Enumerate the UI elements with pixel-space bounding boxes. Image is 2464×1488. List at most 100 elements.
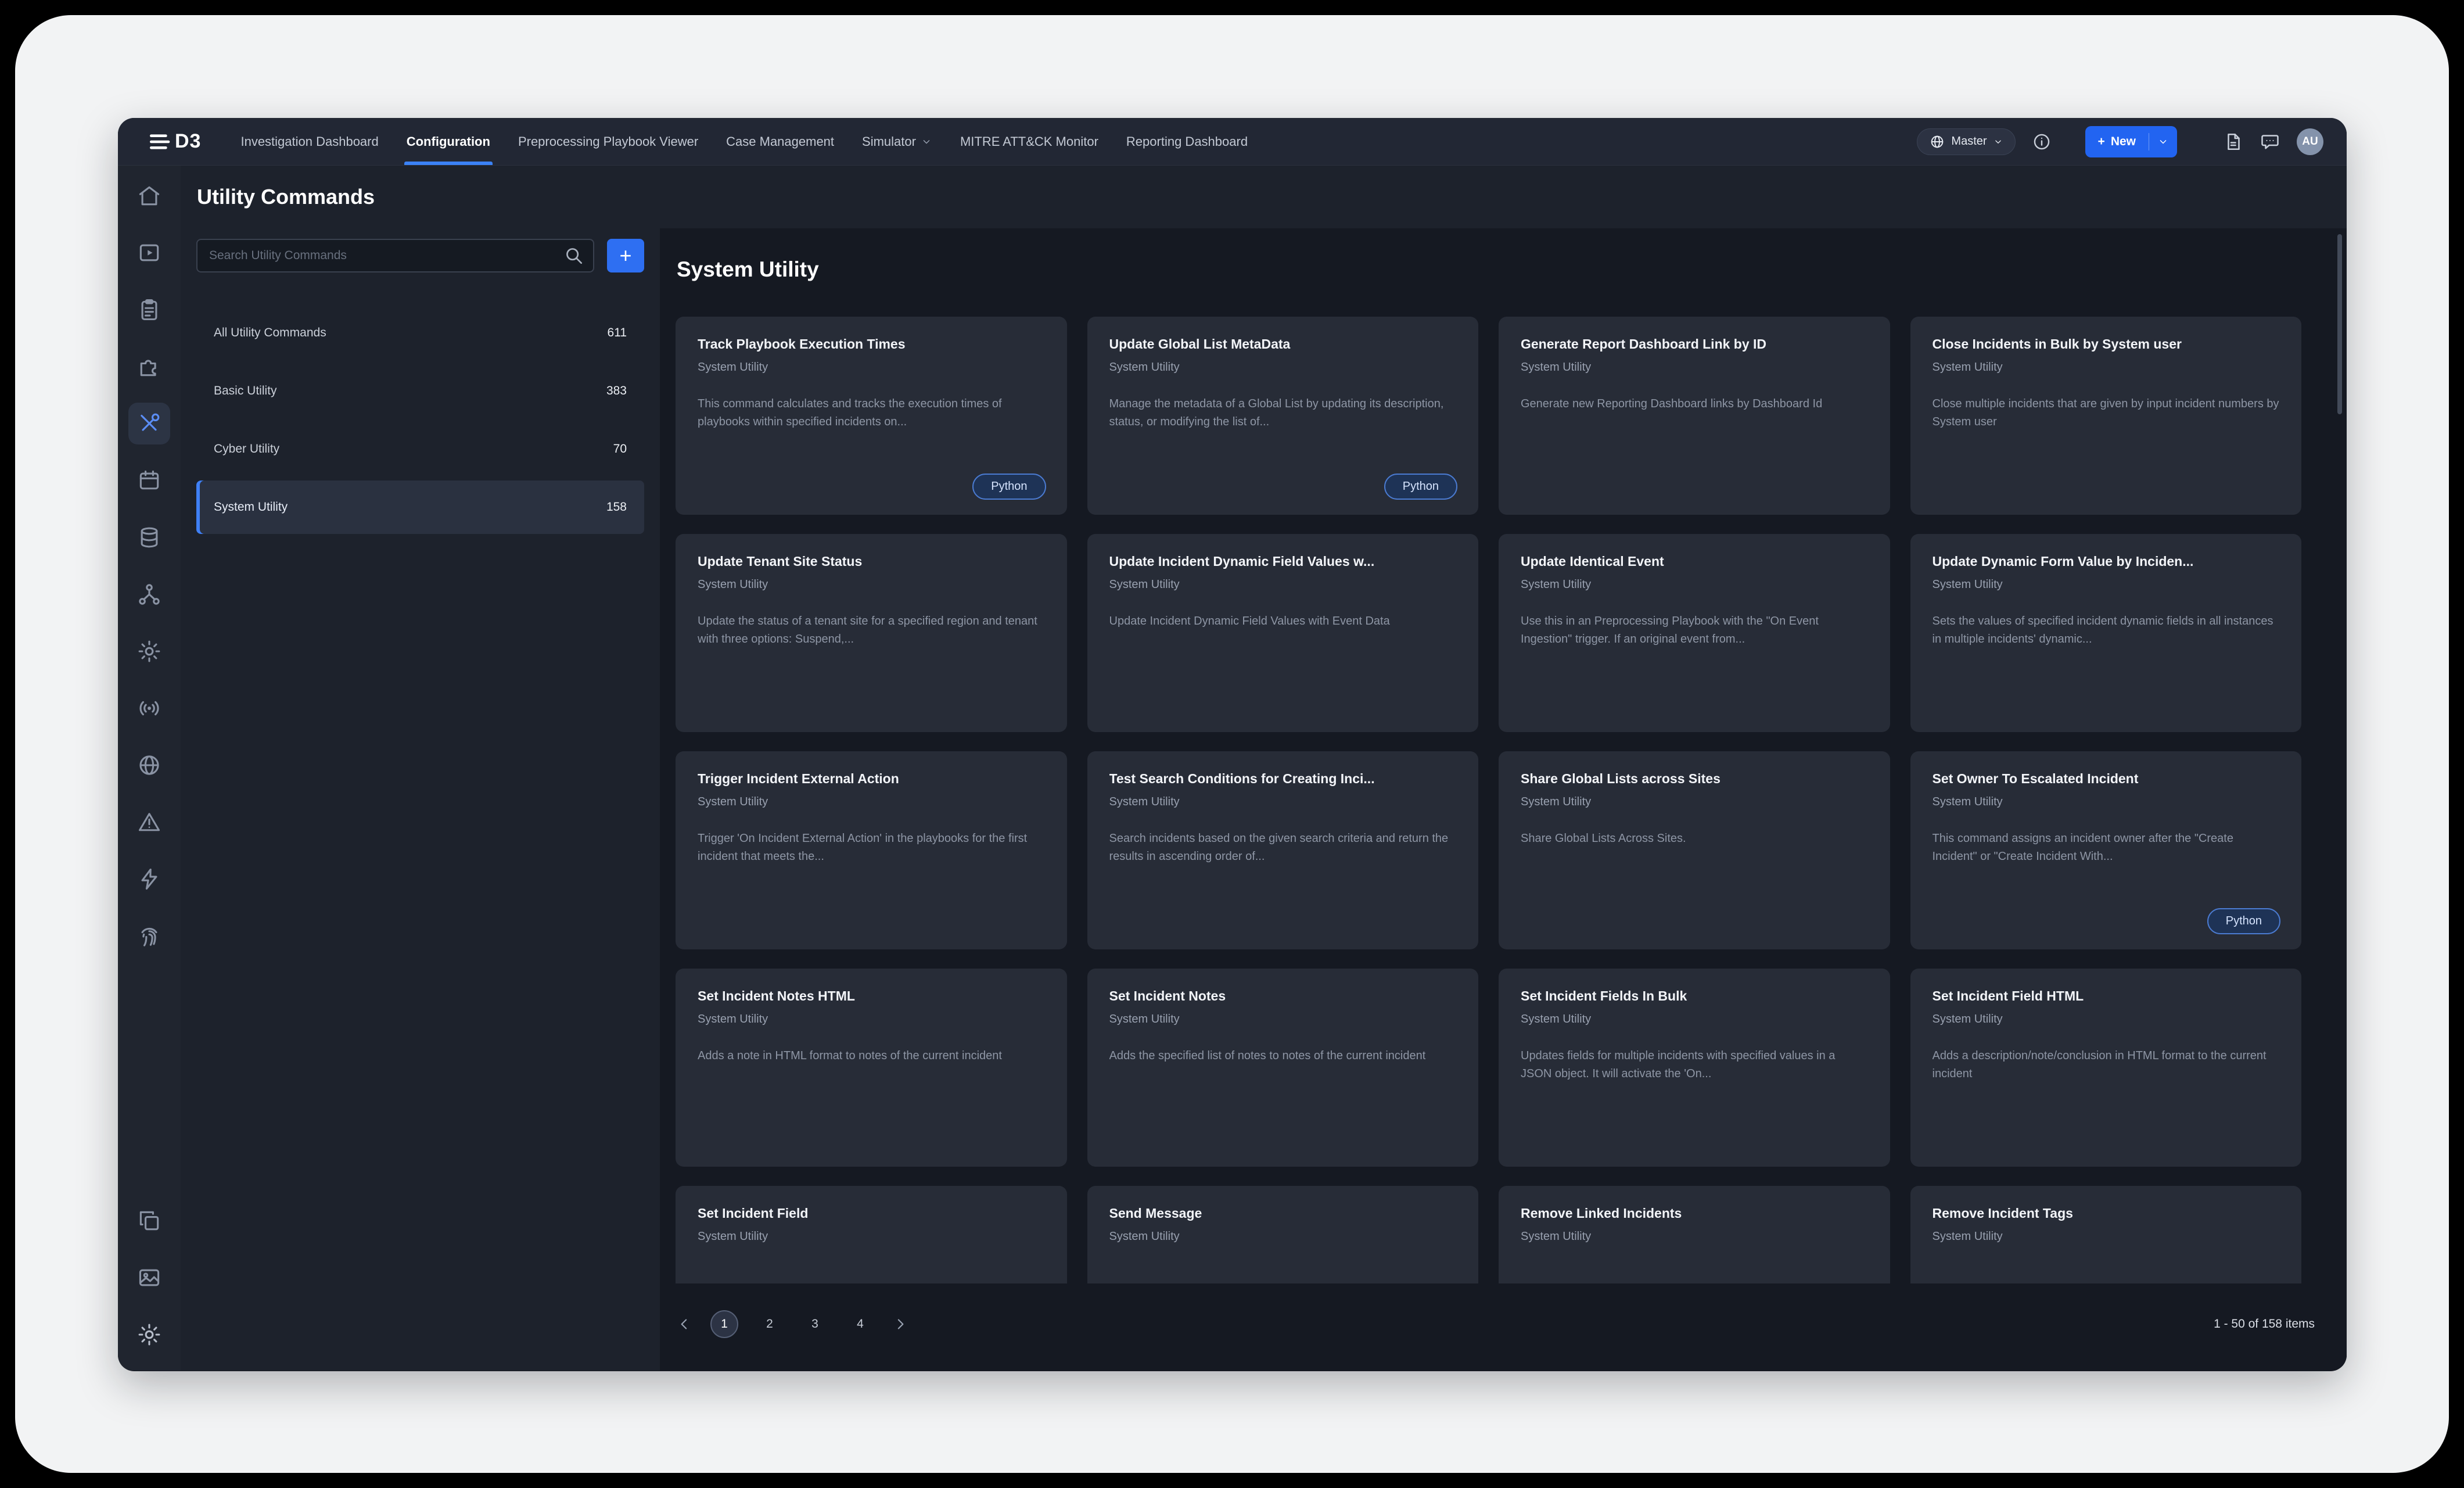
- rail-item-integrations[interactable]: [128, 346, 170, 388]
- command-card[interactable]: Share Global Lists across Sites System U…: [1499, 751, 1890, 949]
- new-button[interactable]: + New: [2085, 126, 2177, 157]
- backdrop: D3 Investigation Dashboard Configuration…: [15, 15, 2449, 1473]
- category-all-utility-commands[interactable]: All Utility Commands 611: [196, 306, 644, 360]
- category-basic-utility[interactable]: Basic Utility 383: [196, 364, 644, 418]
- page-button-4[interactable]: 4: [846, 1310, 874, 1338]
- rail-item-utility-commands[interactable]: [128, 403, 170, 444]
- command-title: Update Global List MetaData: [1109, 336, 1457, 352]
- nav-case-management[interactable]: Case Management: [712, 118, 848, 165]
- rail-item-hierarchy[interactable]: [128, 573, 170, 615]
- nav-preprocessing-playbook-viewer[interactable]: Preprocessing Playbook Viewer: [504, 118, 712, 165]
- d3-logo-icon: [148, 132, 170, 151]
- add-utility-command-button[interactable]: +: [607, 239, 644, 272]
- pager: 1 2 3 4: [676, 1310, 909, 1338]
- category-count: 611: [608, 326, 627, 340]
- body-row: + All Utility Commands 611 Basic Utility…: [181, 228, 2347, 1371]
- category-system-utility[interactable]: System Utility 158: [196, 481, 644, 534]
- command-card[interactable]: Trigger Incident External Action System …: [676, 751, 1067, 949]
- command-card[interactable]: Update Tenant Site Status System Utility…: [676, 534, 1067, 732]
- rail-item-web[interactable]: [128, 744, 170, 786]
- nav-simulator[interactable]: Simulator: [848, 118, 946, 165]
- rail-item-schedules[interactable]: [128, 460, 170, 501]
- command-title: Test Search Conditions for Creating Inci…: [1109, 771, 1457, 787]
- category-cyber-utility[interactable]: Cyber Utility 70: [196, 422, 644, 476]
- rail-item-tasks[interactable]: [128, 289, 170, 331]
- category-label: Cyber Utility: [214, 442, 279, 456]
- rail-item-data[interactable]: [128, 517, 170, 558]
- rail-item-alerts[interactable]: [128, 801, 170, 843]
- command-description: Use this in an Preprocessing Playbook wi…: [1521, 612, 1868, 648]
- info-button[interactable]: [2032, 132, 2052, 152]
- site-selector[interactable]: Master: [1917, 128, 2015, 155]
- command-description: This command assigns an incident owner a…: [1933, 830, 2280, 866]
- search-input[interactable]: [196, 239, 594, 272]
- command-description: Share Global Lists Across Sites.: [1521, 830, 1868, 848]
- primary-nav: Investigation Dashboard Configuration Pr…: [227, 118, 1262, 165]
- page-button-1[interactable]: 1: [710, 1310, 738, 1338]
- command-card[interactable]: Set Incident Fields In Bulk System Utili…: [1499, 969, 1890, 1167]
- category-label: System Utility: [214, 500, 288, 514]
- command-card[interactable]: Test Search Conditions for Creating Inci…: [1087, 751, 1479, 949]
- rail-item-automation[interactable]: [128, 858, 170, 900]
- rail-item-home[interactable]: [128, 175, 170, 217]
- command-card[interactable]: Set Incident Notes HTML System Utility A…: [676, 969, 1067, 1167]
- avatar[interactable]: AU: [2297, 128, 2323, 155]
- rail-item-identity[interactable]: [128, 915, 170, 957]
- category-label: Basic Utility: [214, 384, 277, 398]
- command-card[interactable]: Update Identical Event System Utility Us…: [1499, 534, 1890, 732]
- icon-rail: [118, 166, 181, 1371]
- rail-item-settings[interactable]: [128, 630, 170, 672]
- clipboard-icon: [137, 297, 162, 322]
- command-card[interactable]: Update Incident Dynamic Field Values w..…: [1087, 534, 1479, 732]
- pagination-next-button[interactable]: [892, 1315, 909, 1333]
- command-card[interactable]: Track Playbook Execution Times System Ut…: [676, 317, 1067, 515]
- nav-reporting-dashboard[interactable]: Reporting Dashboard: [1112, 118, 1262, 165]
- command-category: System Utility: [1109, 578, 1457, 591]
- chat-button[interactable]: [2260, 131, 2280, 152]
- command-card[interactable]: Remove Linked Incidents System Utility: [1499, 1186, 1890, 1283]
- command-description: Adds a note in HTML format to notes of t…: [698, 1047, 1045, 1065]
- scrollbar-thumb[interactable]: [2337, 234, 2342, 414]
- chat-icon: [2260, 131, 2280, 152]
- command-description: Trigger 'On Incident External Action' in…: [698, 830, 1045, 866]
- rail-item-playbooks[interactable]: [128, 232, 170, 274]
- nav-mitre-attack-monitor[interactable]: MITRE ATT&CK Monitor: [946, 118, 1112, 165]
- command-title: Set Owner To Escalated Incident: [1933, 771, 2280, 787]
- new-button-caret[interactable]: [2149, 136, 2177, 148]
- info-icon: [2032, 132, 2052, 152]
- command-card[interactable]: Set Incident Field System Utility: [676, 1186, 1067, 1283]
- command-description: Updates fields for multiple incidents wi…: [1521, 1047, 1868, 1083]
- command-card[interactable]: Generate Report Dashboard Link by ID Sys…: [1499, 317, 1890, 515]
- command-card[interactable]: Set Owner To Escalated Incident System U…: [1910, 751, 2302, 949]
- image-icon: [137, 1265, 162, 1290]
- workspace: Utility Commands: [181, 166, 2347, 1371]
- command-description: Search incidents based on the given sear…: [1109, 830, 1457, 866]
- command-card[interactable]: Remove Incident Tags System Utility: [1910, 1186, 2302, 1283]
- home-icon: [137, 183, 162, 209]
- command-card[interactable]: Close Incidents in Bulk by System user S…: [1910, 317, 2302, 515]
- rail-item-system-settings[interactable]: [128, 1314, 170, 1356]
- nav-investigation-dashboard[interactable]: Investigation Dashboard: [227, 118, 392, 165]
- page-button-2[interactable]: 2: [756, 1310, 784, 1338]
- command-description: This command calculates and tracks the e…: [698, 395, 1045, 431]
- rail-item-broadcast[interactable]: [128, 687, 170, 729]
- page-button-3[interactable]: 3: [801, 1310, 829, 1338]
- command-category: System Utility: [1521, 578, 1868, 591]
- command-card[interactable]: Update Dynamic Form Value by Inciden... …: [1910, 534, 2302, 732]
- command-card[interactable]: Set Incident Field HTML System Utility A…: [1910, 969, 2302, 1167]
- command-card[interactable]: Send Message System Utility: [1087, 1186, 1479, 1283]
- search-wrap: [196, 239, 594, 272]
- document-button[interactable]: [2222, 131, 2243, 152]
- globe-icon: [137, 752, 162, 778]
- pagination-prev-button[interactable]: [676, 1315, 693, 1333]
- nav-configuration[interactable]: Configuration: [393, 118, 504, 165]
- rail-item-workspaces[interactable]: [128, 1200, 170, 1242]
- command-title: Send Message: [1109, 1206, 1457, 1221]
- python-tag: Python: [972, 474, 1046, 500]
- d3-logo[interactable]: D3: [148, 130, 201, 153]
- calendar-icon: [137, 468, 162, 493]
- chevron-down-icon: [2157, 136, 2169, 148]
- command-card[interactable]: Update Global List MetaData System Utili…: [1087, 317, 1479, 515]
- rail-item-media[interactable]: [128, 1257, 170, 1299]
- command-card[interactable]: Set Incident Notes System Utility Adds t…: [1087, 969, 1479, 1167]
